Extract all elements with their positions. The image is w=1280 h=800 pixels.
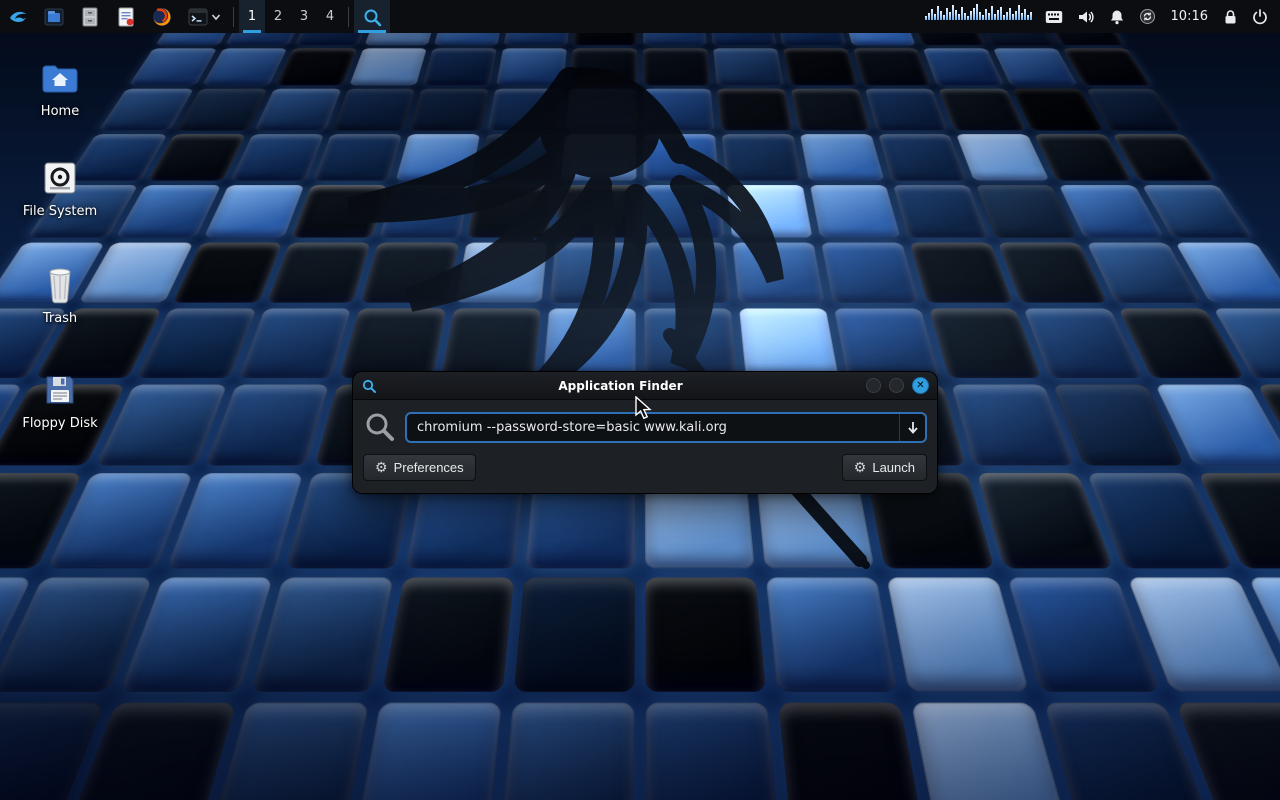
desktop-icon-label: Trash <box>5 311 115 326</box>
launch-button-label: Launch <box>872 460 915 475</box>
terminal-launcher-icon[interactable] <box>180 0 211 33</box>
top-panel: 1 2 3 4 10:16 <box>0 0 1280 33</box>
workspace-3[interactable]: 3 <box>291 0 317 33</box>
workspace-2[interactable]: 2 <box>265 0 291 33</box>
desktop-icon-home[interactable]: Home <box>5 58 115 119</box>
text-editor-launcher-icon[interactable] <box>108 0 144 33</box>
window-titlebar[interactable]: Application Finder ✕ <box>352 371 938 400</box>
search-icon <box>363 410 397 444</box>
firefox-launcher-icon[interactable] <box>144 0 180 33</box>
workspace-4[interactable]: 4 <box>317 0 343 33</box>
desktop-icon-trash[interactable]: Trash <box>5 265 115 326</box>
gear-icon: ⚙ <box>375 459 388 476</box>
desktop-icon-label: Home <box>5 104 115 119</box>
file-cabinet-launcher-icon[interactable] <box>72 0 108 33</box>
terminal-chevron-down-icon[interactable] <box>211 0 228 33</box>
preferences-button-label: Preferences <box>394 460 464 475</box>
window-title: Application Finder <box>383 379 858 393</box>
updates-sync-icon[interactable] <box>1132 0 1163 33</box>
desktop-icon-floppy-disk[interactable]: Floppy Disk <box>5 370 115 431</box>
workspace-2-label: 2 <box>274 9 282 24</box>
file-system-icon <box>40 158 80 198</box>
workspace-4-label: 4 <box>326 9 334 24</box>
workspace-1[interactable]: 1 <box>239 0 265 33</box>
maximize-button[interactable] <box>889 378 904 393</box>
kali-logo-icon[interactable] <box>0 0 36 33</box>
minimize-button[interactable] <box>866 378 881 393</box>
arrow-down-icon <box>907 421 919 434</box>
command-input[interactable] <box>405 412 927 443</box>
workspace-3-label: 3 <box>300 9 308 24</box>
keyboard-icon[interactable] <box>1038 0 1070 33</box>
logout-power-icon[interactable] <box>1245 0 1280 33</box>
desktop-icon-file-system[interactable]: File System <box>5 158 115 219</box>
history-dropdown-arrow[interactable] <box>899 414 925 441</box>
close-button[interactable]: ✕ <box>912 377 929 394</box>
floppy-disk-icon <box>40 370 80 410</box>
panel-spacer <box>390 0 919 33</box>
clock-label: 10:16 <box>1171 9 1208 24</box>
clock[interactable]: 10:16 <box>1163 0 1216 33</box>
home-icon <box>40 58 80 98</box>
launch-gear-icon: ⚙ <box>854 459 867 476</box>
trash-icon <box>40 265 80 305</box>
panel-separator <box>233 7 234 27</box>
audio-visualizer[interactable] <box>919 0 1038 20</box>
volume-icon[interactable] <box>1070 0 1102 33</box>
launch-button[interactable]: ⚙ Launch <box>842 454 927 481</box>
panel-separator <box>348 7 349 27</box>
window-search-icon <box>361 378 377 394</box>
preferences-button[interactable]: ⚙ Preferences <box>363 454 476 481</box>
workspace-1-label: 1 <box>248 9 256 24</box>
desktop-icon-label: Floppy Disk <box>5 416 115 431</box>
notifications-bell-icon[interactable] <box>1102 0 1132 33</box>
lock-screen-icon[interactable] <box>1216 0 1245 33</box>
appfinder-taskbar-icon[interactable] <box>354 0 390 33</box>
file-manager-launcher-icon[interactable] <box>36 0 72 33</box>
application-finder-window: Application Finder ✕ ⚙ <box>352 371 938 494</box>
desktop-icon-label: File System <box>5 204 115 219</box>
window-body: ⚙ Preferences ⚙ Launch <box>352 400 938 494</box>
